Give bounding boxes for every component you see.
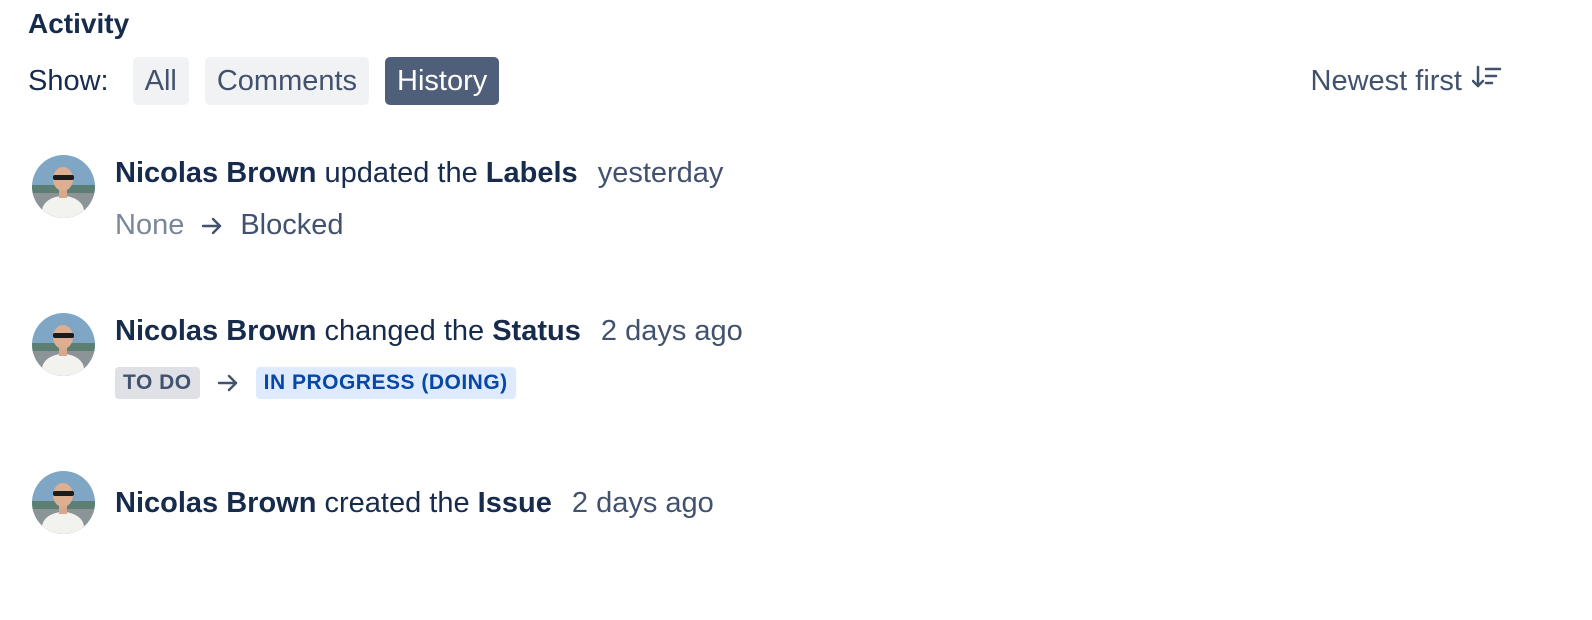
activity-actor[interactable]: Nicolas Brown bbox=[115, 315, 316, 347]
status-lozenge-old: TO DO bbox=[115, 367, 200, 399]
arrow-right-icon bbox=[216, 372, 240, 394]
activity-verb: updated the bbox=[324, 157, 478, 189]
activity-actor[interactable]: Nicolas Brown bbox=[115, 487, 316, 519]
activity-actor[interactable]: Nicolas Brown bbox=[115, 157, 316, 189]
sort-label: Newest first bbox=[1310, 64, 1462, 97]
arrow-right-icon bbox=[200, 215, 224, 237]
activity-timestamp: 2 days ago bbox=[600, 315, 743, 347]
new-value: Blocked bbox=[240, 209, 344, 241]
change-row: TO DO IN PROGRESS (DOING) bbox=[115, 367, 743, 399]
activity-title: Activity bbox=[28, 8, 130, 39]
filter-comments-button[interactable]: Comments bbox=[204, 57, 370, 105]
status-lozenge-new: IN PROGRESS (DOING) bbox=[255, 367, 516, 399]
activity-field: Status bbox=[492, 315, 581, 347]
avatar[interactable] bbox=[32, 155, 95, 218]
filter-all-button[interactable]: All bbox=[132, 57, 189, 105]
sort-descending-icon bbox=[1462, 64, 1502, 98]
activity-timestamp: 2 days ago bbox=[571, 487, 714, 519]
activity-verb: changed the bbox=[324, 315, 485, 347]
old-value: None bbox=[115, 209, 185, 241]
activity-timestamp: yesterday bbox=[597, 157, 724, 189]
sort-order-button[interactable]: Newest first bbox=[1311, 57, 1502, 105]
avatar[interactable] bbox=[32, 313, 95, 376]
show-label: Show: bbox=[28, 64, 109, 97]
change-row: None Blocked bbox=[115, 209, 723, 242]
activity-field: Labels bbox=[485, 157, 578, 189]
activity-field: Issue bbox=[477, 487, 552, 519]
activity-filter-bar: Show: All Comments History bbox=[28, 57, 515, 105]
filter-history-button[interactable]: History bbox=[385, 57, 500, 105]
activity-verb: created the bbox=[324, 487, 470, 519]
avatar[interactable] bbox=[32, 471, 95, 534]
